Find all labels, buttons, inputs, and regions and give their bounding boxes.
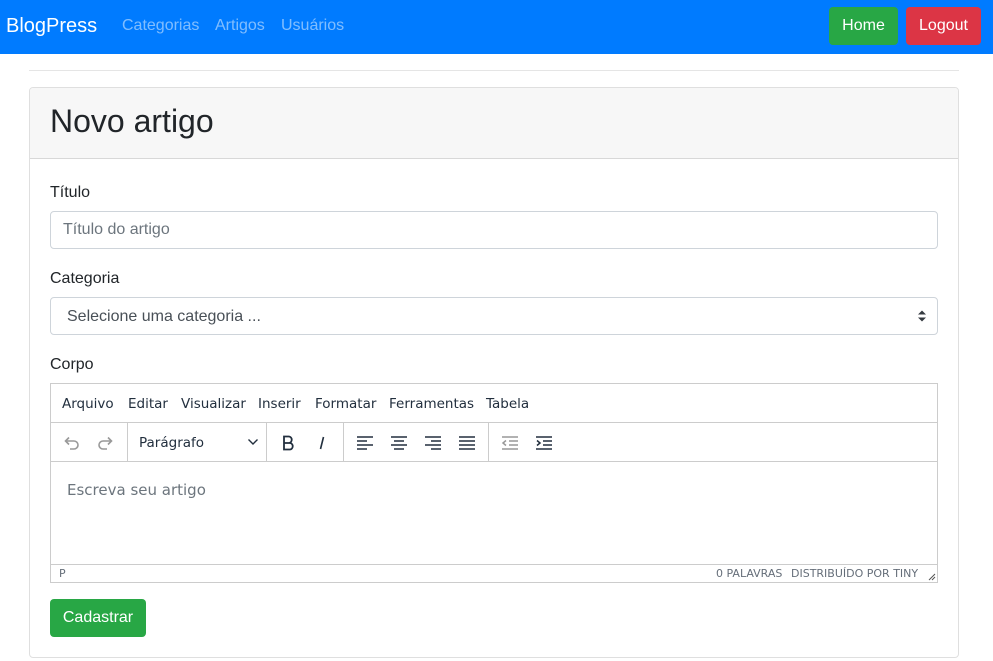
align-left-button[interactable] <box>351 429 379 457</box>
select-caret-icon <box>918 310 926 322</box>
nav-link-categorias[interactable]: Categorias <box>122 17 199 35</box>
indent-button[interactable] <box>530 429 558 457</box>
new-article-card: Novo artigo Título Categoria Selecione u… <box>29 87 959 658</box>
navbar: BlogPress Categorias Artigos Usuários Ho… <box>0 0 993 54</box>
nav-link-usuarios[interactable]: Usuários <box>281 17 344 35</box>
editor-toolbar: Parágrafo <box>51 423 937 462</box>
menu-formatar[interactable]: Formatar <box>315 396 376 412</box>
category-label: Categoria <box>50 270 120 287</box>
align-justify-button[interactable] <box>453 429 481 457</box>
editor-placeholder: Escreva seu artigo <box>67 481 206 499</box>
undo-button[interactable] <box>57 429 85 457</box>
page-title: Novo artigo <box>50 103 214 139</box>
menu-ferramentas[interactable]: Ferramentas <box>389 396 474 412</box>
align-left-icon <box>357 436 373 450</box>
align-center-icon <box>391 436 407 450</box>
submit-button[interactable]: Cadastrar <box>50 599 146 637</box>
logout-button[interactable]: Logout <box>906 7 981 45</box>
category-select-value: Selecione uma categoria ... <box>67 308 261 325</box>
bold-button[interactable] <box>274 429 302 457</box>
editor-menubar: Arquivo Editar Visualizar Inserir Format… <box>51 384 937 423</box>
outdent-icon <box>501 436 518 450</box>
align-center-button[interactable] <box>385 429 413 457</box>
menu-editar[interactable]: Editar <box>128 396 168 412</box>
word-count[interactable]: 0 PALAVRAS <box>716 567 782 580</box>
brand-link[interactable]: BlogPress <box>6 14 97 38</box>
chevron-down-icon <box>248 439 258 445</box>
tiny-branding-link[interactable]: DISTRIBUÍDO POR TINY <box>791 567 918 580</box>
menu-arquivo[interactable]: Arquivo <box>62 396 114 412</box>
block-format-value: Parágrafo <box>139 435 205 451</box>
body-label: Corpo <box>50 356 94 373</box>
italic-icon <box>319 436 325 450</box>
redo-icon <box>98 436 113 450</box>
undo-icon <box>64 436 79 450</box>
menu-visualizar[interactable]: Visualizar <box>181 396 246 412</box>
toolbar-separator <box>266 423 267 461</box>
nav-link-artigos[interactable]: Artigos <box>215 17 265 35</box>
block-format-select[interactable]: Parágrafo <box>139 434 259 452</box>
align-right-button[interactable] <box>419 429 447 457</box>
rich-text-editor: Arquivo Editar Visualizar Inserir Format… <box>50 383 938 583</box>
align-right-icon <box>425 436 441 450</box>
editor-content-area[interactable]: Escreva seu artigo <box>51 462 937 564</box>
toolbar-separator <box>127 423 128 461</box>
title-input[interactable] <box>50 211 938 249</box>
outdent-button[interactable] <box>496 429 524 457</box>
italic-button[interactable] <box>308 429 336 457</box>
resize-handle-icon[interactable] <box>928 573 936 581</box>
toolbar-separator <box>488 423 489 461</box>
menu-inserir[interactable]: Inserir <box>258 396 301 412</box>
home-button[interactable]: Home <box>829 7 898 45</box>
category-select[interactable]: Selecione uma categoria ... <box>50 297 938 335</box>
toolbar-separator <box>343 423 344 461</box>
title-label: Título <box>50 184 91 201</box>
indent-icon <box>536 436 552 450</box>
card-header: Novo artigo <box>30 88 958 159</box>
redo-button[interactable] <box>92 429 120 457</box>
bold-icon <box>283 435 294 451</box>
divider <box>29 70 959 71</box>
element-path[interactable]: P <box>59 567 66 580</box>
editor-statusbar: P 0 PALAVRAS DISTRIBUÍDO POR TINY <box>51 564 937 582</box>
align-justify-icon <box>459 436 475 450</box>
menu-tabela[interactable]: Tabela <box>486 396 529 412</box>
